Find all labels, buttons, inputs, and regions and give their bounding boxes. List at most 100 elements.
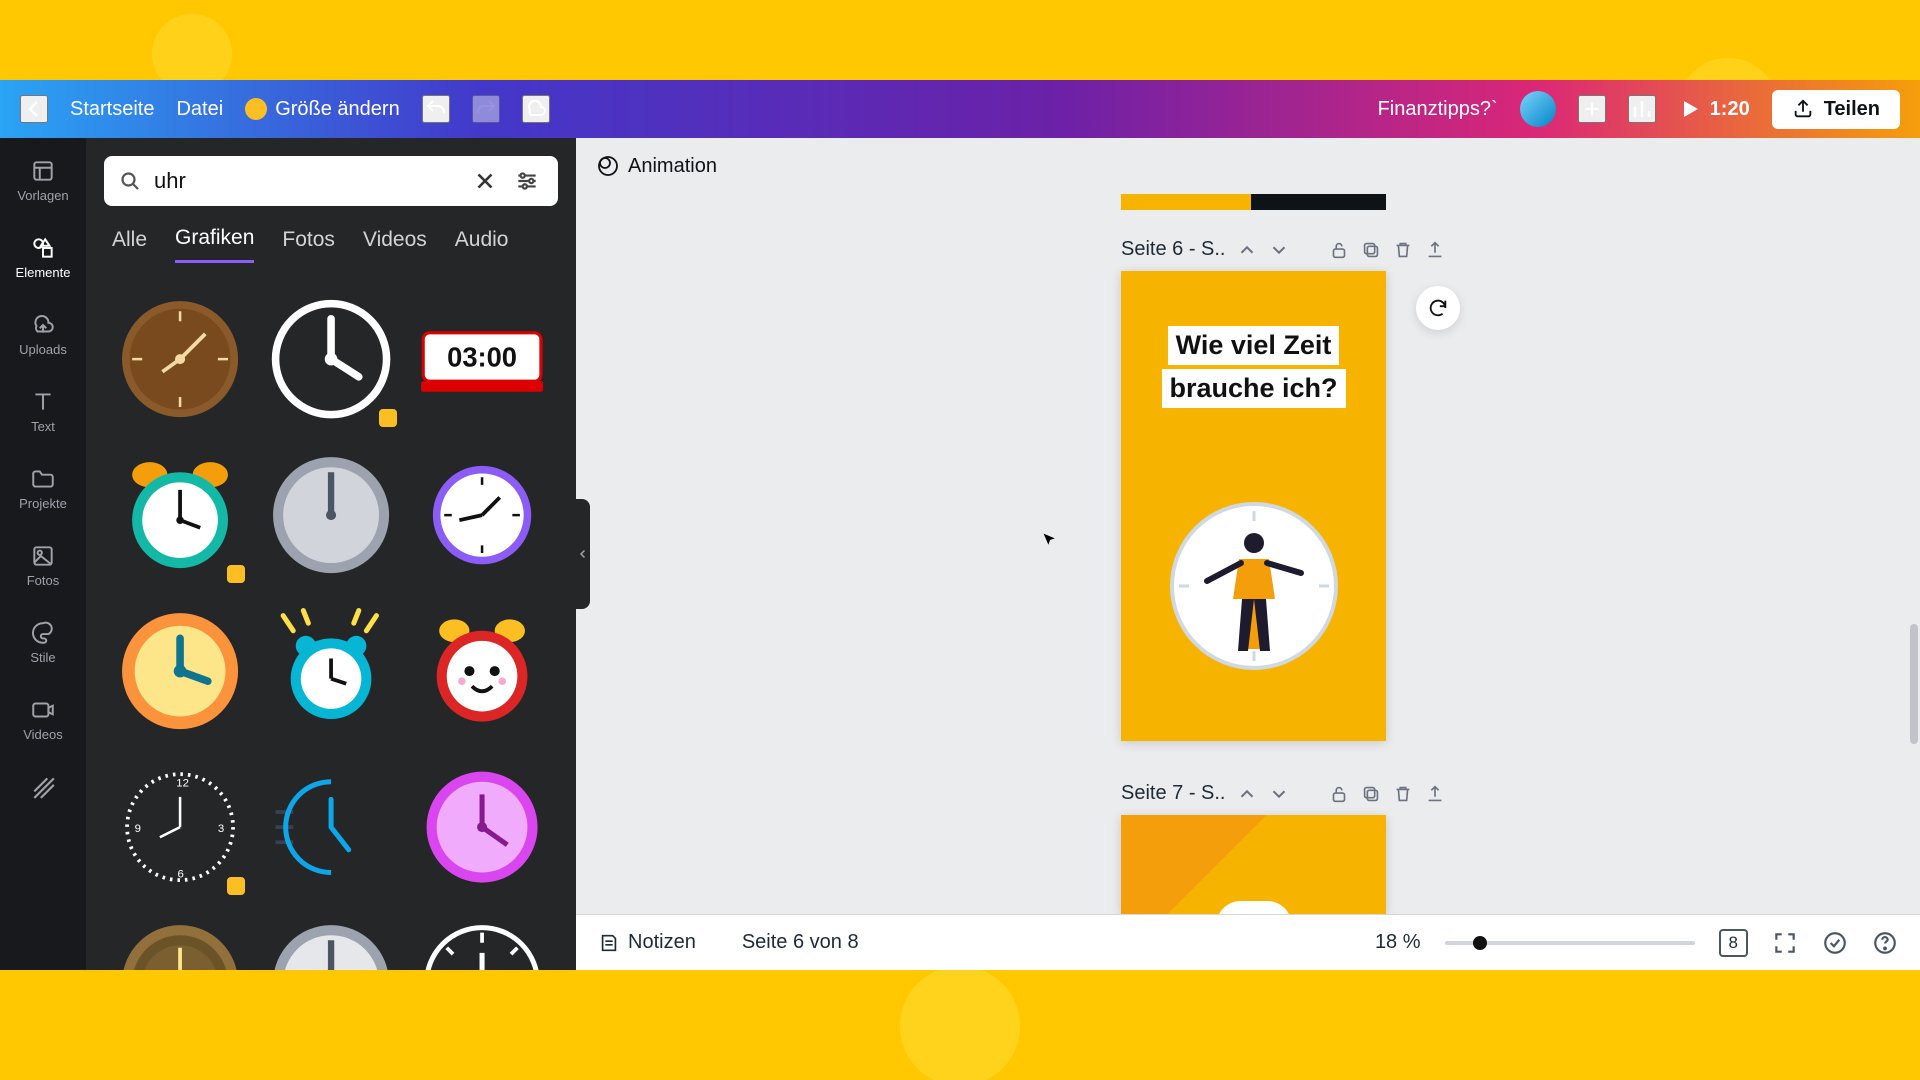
- result-alarm-teal[interactable]: [108, 441, 251, 589]
- resize-menu[interactable]: Größe ändern: [245, 98, 400, 121]
- fullscreen-button[interactable]: [1772, 930, 1798, 956]
- unlock-icon: [1328, 783, 1350, 805]
- rail-videos[interactable]: Videos: [8, 687, 78, 752]
- user-avatar[interactable]: [1520, 91, 1556, 127]
- chevron-down-icon: [1268, 783, 1290, 805]
- check-circle-icon: [1822, 930, 1848, 956]
- page-5-preview[interactable]: [1121, 194, 1386, 210]
- page-duplicate-button[interactable]: [1360, 783, 1382, 805]
- hatched-icon: [30, 774, 56, 800]
- result-clock-purple-outline[interactable]: [411, 441, 554, 589]
- back-button[interactable]: [20, 95, 48, 123]
- add-collaborator-button[interactable]: [1578, 95, 1606, 123]
- redo-button[interactable]: [472, 95, 500, 123]
- pro-badge-icon: [379, 409, 397, 427]
- chevron-up-icon: [1236, 783, 1258, 805]
- crown-icon: [245, 98, 267, 120]
- zoom-label[interactable]: 18 %: [1375, 931, 1421, 954]
- file-menu[interactable]: Datei: [176, 98, 223, 121]
- zoom-slider-thumb[interactable]: [1473, 936, 1487, 950]
- rail-styles[interactable]: Stile: [8, 610, 78, 675]
- page-move-down-button[interactable]: [1268, 239, 1290, 261]
- page-delete-button[interactable]: [1392, 239, 1414, 261]
- elements-search-input[interactable]: [154, 168, 460, 194]
- page-lock-button[interactable]: [1328, 239, 1350, 261]
- animation-button[interactable]: Animation: [596, 154, 717, 178]
- page-7-block: Seite 7 - S..: [1121, 782, 1501, 914]
- help-button[interactable]: [1872, 930, 1898, 956]
- plus-icon: [1581, 98, 1603, 120]
- clock-icon: 12369: [117, 762, 243, 892]
- trash-icon: [1392, 239, 1414, 261]
- rail-projects[interactable]: Projekte: [8, 456, 78, 521]
- page-lock-button[interactable]: [1328, 783, 1350, 805]
- result-alarm-kawaii-red[interactable]: [411, 597, 554, 745]
- templates-icon: [30, 158, 56, 184]
- clear-search-button[interactable]: [472, 168, 498, 194]
- page-count-pill[interactable]: 8: [1719, 929, 1748, 957]
- result-alarm-teal-sparks[interactable]: [259, 597, 402, 745]
- page-duplicate-button[interactable]: [1360, 239, 1382, 261]
- svg-text:3: 3: [217, 823, 223, 835]
- tab-graphics[interactable]: Grafiken: [175, 226, 254, 263]
- clock-icon: [117, 606, 243, 736]
- page-6-clock-graphic[interactable]: [1169, 501, 1339, 671]
- clock-icon: [117, 294, 243, 424]
- tab-photos[interactable]: Fotos: [282, 226, 335, 263]
- insights-button[interactable]: [1628, 95, 1656, 123]
- page-6-title[interactable]: Seite 6 - S..: [1121, 238, 1226, 261]
- result-clock-simple-black[interactable]: [411, 909, 554, 970]
- tab-audio[interactable]: Audio: [455, 226, 509, 263]
- result-clock-roman-brown[interactable]: [108, 909, 251, 970]
- duplicate-icon: [1360, 239, 1382, 261]
- page-6-headline[interactable]: Wie viel Zeit brauche ich?: [1161, 326, 1345, 408]
- page-7-title[interactable]: Seite 7 - S..: [1121, 782, 1226, 805]
- result-clock-dotted-white[interactable]: 12369: [108, 753, 251, 901]
- page-export-button[interactable]: [1424, 239, 1446, 261]
- result-clock-digital-red[interactable]: 03:00: [411, 285, 554, 433]
- notes-button[interactable]: Notizen: [598, 931, 696, 954]
- elements-side-panel: Alle Grafiken Fotos Videos Audio 03:00: [86, 138, 576, 970]
- share-icon: [1792, 98, 1814, 120]
- document-title[interactable]: Finanztipps?`: [1378, 98, 1498, 121]
- upload-icon: [1424, 783, 1446, 805]
- page-6-canvas[interactable]: Wie viel Zeit brauche ich?: [1121, 271, 1386, 741]
- play-icon: [1678, 97, 1702, 121]
- rail-elements[interactable]: Elemente: [8, 225, 78, 290]
- image-icon: [30, 543, 56, 569]
- undo-button[interactable]: [422, 95, 450, 123]
- cloud-sync-button[interactable]: [522, 95, 550, 123]
- result-clock-flat-pink[interactable]: [411, 753, 554, 901]
- page-export-button[interactable]: [1424, 783, 1446, 805]
- vertical-scrollbar[interactable]: [1910, 624, 1918, 744]
- rail-more[interactable]: [8, 764, 78, 810]
- result-clock-flat-grey[interactable]: [259, 441, 402, 589]
- rail-photos[interactable]: Fotos: [8, 533, 78, 598]
- page-move-up-button[interactable]: [1236, 239, 1258, 261]
- search-filter-button[interactable]: [510, 164, 544, 198]
- svg-text:03:00: 03:00: [447, 341, 517, 372]
- edit-surface[interactable]: Seite 6 - S.. Wie viel Zeit brauche ich?: [576, 194, 1920, 914]
- result-clock-outline-black[interactable]: [259, 285, 402, 433]
- result-clock-wood-brown[interactable]: [108, 285, 251, 433]
- result-clock-orange-circle[interactable]: [108, 597, 251, 745]
- check-button[interactable]: [1822, 930, 1848, 956]
- rail-templates[interactable]: Vorlagen: [8, 148, 78, 213]
- page-delete-button[interactable]: [1392, 783, 1414, 805]
- result-clock-flat-silver[interactable]: [259, 909, 402, 970]
- zoom-slider[interactable]: [1445, 941, 1695, 945]
- rail-text[interactable]: Text: [8, 379, 78, 444]
- page-move-up-button[interactable]: [1236, 783, 1258, 805]
- tab-all[interactable]: Alle: [112, 226, 147, 263]
- play-presentation-button[interactable]: 1:20: [1678, 97, 1750, 121]
- page-move-down-button[interactable]: [1268, 783, 1290, 805]
- tab-videos[interactable]: Videos: [363, 226, 427, 263]
- rail-uploads[interactable]: Uploads: [8, 302, 78, 367]
- page-7-canvas[interactable]: [1121, 815, 1386, 914]
- regenerate-button[interactable]: [1416, 286, 1460, 330]
- result-clock-line-blue[interactable]: [259, 753, 402, 901]
- pro-badge-icon: [227, 565, 245, 583]
- share-button[interactable]: Teilen: [1772, 90, 1900, 129]
- home-link[interactable]: Startseite: [70, 98, 154, 121]
- page-6-header: Seite 6 - S..: [1121, 238, 1501, 261]
